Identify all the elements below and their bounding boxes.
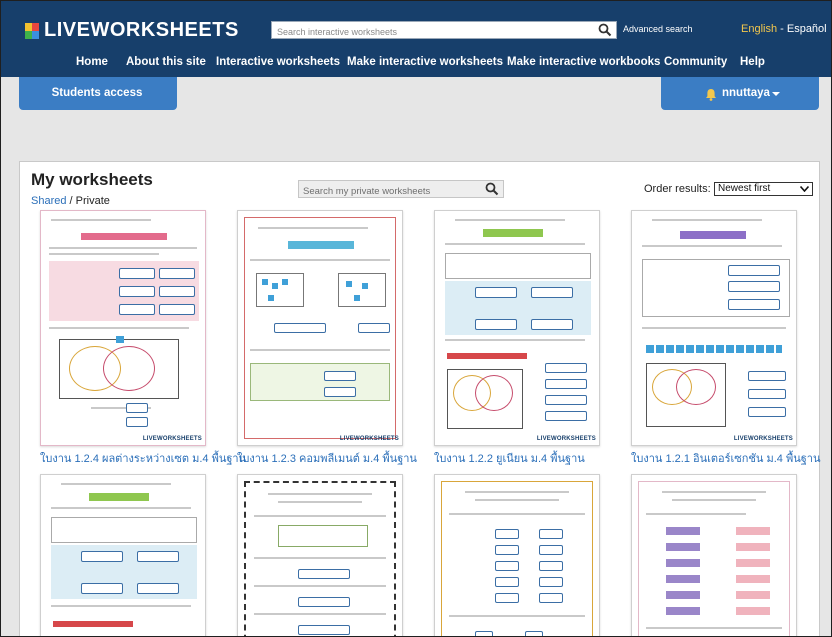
worksheet-thumbnail[interactable]: LIVEWORKSHEETS (40, 210, 206, 446)
site-search (271, 21, 617, 40)
user-menu-button[interactable]: nnuttaya (661, 77, 819, 110)
worksheet-thumbnail[interactable]: LIVEWORKSHEETS (237, 210, 403, 446)
main-nav: Home About this site Interactive workshe… (1, 56, 831, 72)
order-select-value: Newest first (718, 183, 771, 194)
logo-text: LIVEWORKSHEETS (44, 19, 239, 41)
private-search (298, 180, 504, 200)
nav-interactive-worksheets[interactable]: Interactive worksheets (216, 56, 340, 68)
search-icon[interactable] (485, 182, 499, 196)
nav-home[interactable]: Home (76, 56, 108, 68)
nav-about[interactable]: About this site (126, 56, 206, 68)
nav-community[interactable]: Community (664, 56, 727, 68)
worksheet-thumbnail[interactable] (237, 474, 403, 636)
chevron-down-icon (800, 186, 809, 192)
worksheet-title-link[interactable]: ใบงาน 1.2.4 ผลต่างระหว่างเซต ม.4 พื้นฐาน (40, 449, 246, 467)
nav-help[interactable]: Help (740, 56, 765, 68)
worksheet-thumbnail[interactable] (434, 474, 600, 636)
language-switch: English - Español (741, 23, 827, 35)
lang-separator: - (777, 23, 787, 35)
tab-separator: / (66, 195, 76, 207)
tab-private[interactable]: Private (76, 195, 110, 207)
username: nnuttaya (722, 87, 770, 99)
worksheet-thumbnail[interactable]: LIVEWORKSHEETS (434, 210, 600, 446)
caret-down-icon (772, 92, 780, 96)
advanced-search-link[interactable]: Advanced search (623, 24, 693, 34)
liveworksheets-watermark: LIVEWORKSHEETS (142, 436, 202, 442)
worksheet-title-link[interactable]: ใบงาน 1.2.1 อินเตอร์เซกชัน ม.4 พื้นฐาน (631, 449, 821, 467)
site-logo[interactable]: LIVEWORKSHEETS (25, 19, 239, 42)
worksheet-thumbnail[interactable] (631, 474, 797, 636)
worksheet-title-link[interactable]: ใบงาน 1.2.3 คอมพลีเมนต์ ม.4 พื้นฐาน (237, 449, 417, 467)
worksheet-thumbnail[interactable]: LIVEWORKSHEETS (631, 210, 797, 446)
students-access-button[interactable]: Students access (19, 77, 177, 110)
search-icon[interactable] (598, 23, 612, 37)
header-bar: LIVEWORKSHEETS Advanced search English -… (1, 1, 831, 77)
liveworksheets-watermark: LIVEWORKSHEETS (339, 436, 399, 442)
nav-make-workbooks[interactable]: Make interactive workbooks (507, 56, 660, 68)
app-frame: LIVEWORKSHEETS Advanced search English -… (0, 0, 832, 637)
worksheet-title-link[interactable]: ใบงาน 1.2.2 ยูเนียน ม.4 พื้นฐาน (434, 449, 585, 467)
logo-mark-icon (25, 22, 39, 39)
liveworksheets-watermark: LIVEWORKSHEETS (536, 436, 596, 442)
visibility-tabs: Shared / Private (31, 195, 110, 207)
order-select[interactable]: Newest first (714, 182, 813, 196)
tab-shared[interactable]: Shared (31, 195, 66, 207)
worksheet-thumbnail[interactable] (40, 474, 206, 636)
my-worksheets-panel: My worksheets Shared / Private Order res… (19, 161, 821, 636)
lang-english-link[interactable]: English (741, 23, 777, 35)
nav-make-worksheets[interactable]: Make interactive worksheets (347, 56, 503, 68)
order-label: Order results: (644, 183, 711, 195)
page-title: My worksheets (31, 170, 153, 189)
bell-icon (706, 89, 716, 101)
site-search-input[interactable] (272, 24, 602, 40)
private-search-input[interactable] (299, 183, 487, 200)
lang-espanol-link[interactable]: Español (787, 23, 827, 35)
liveworksheets-watermark: LIVEWORKSHEETS (733, 436, 793, 442)
